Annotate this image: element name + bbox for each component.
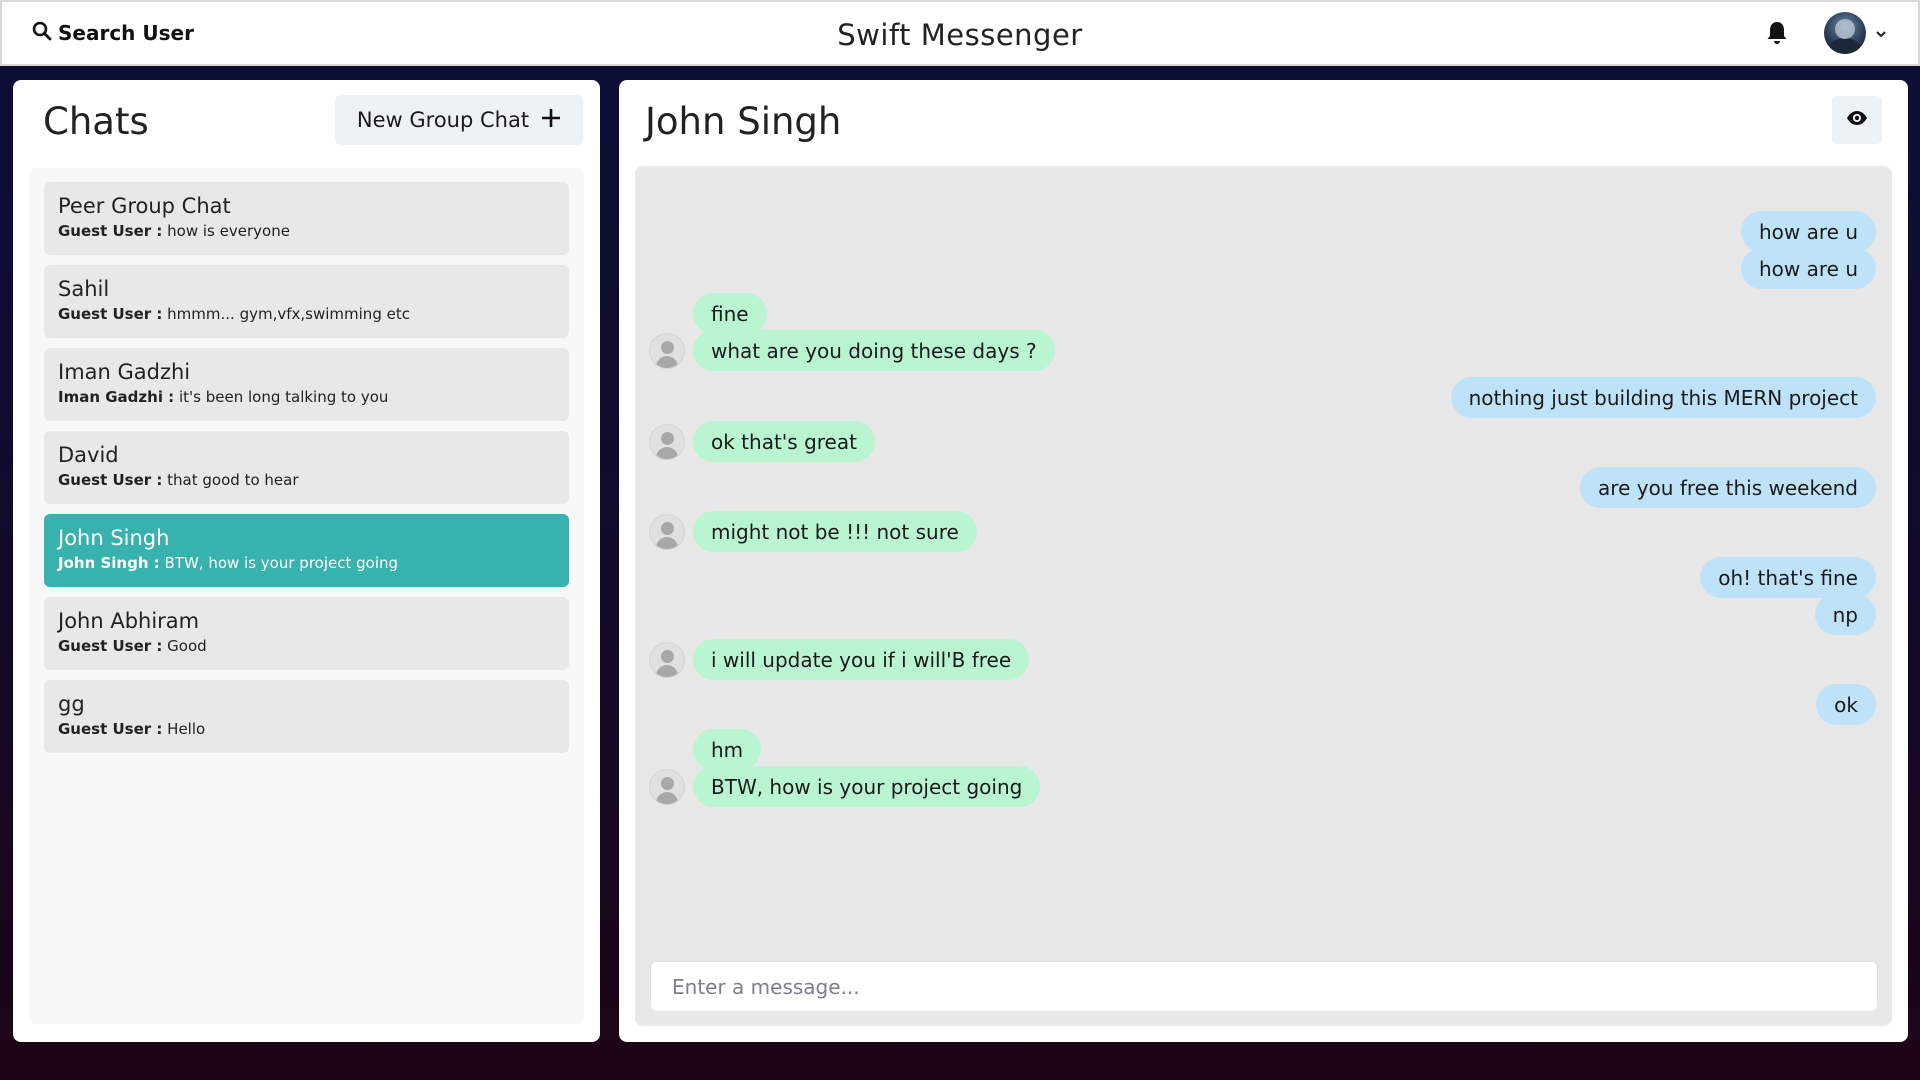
message-bubble: BTW, how is your project going xyxy=(693,766,1041,807)
eye-icon xyxy=(1846,110,1868,130)
message-bubble: oh! that's fine xyxy=(1700,557,1876,598)
chat-name: Sahil xyxy=(58,277,110,301)
chat-last-text: Hello xyxy=(167,720,206,738)
message-bubble: i will update you if i will'B free xyxy=(693,639,1030,680)
search-user-label: Search User xyxy=(58,21,194,45)
sent-message: np xyxy=(1814,594,1876,635)
sent-message: how are u xyxy=(1740,211,1876,252)
chat-last-sender: John Singh : xyxy=(58,554,160,572)
message-input[interactable] xyxy=(650,961,1878,1012)
sender-avatar[interactable] xyxy=(649,768,685,805)
message-bubble: hm xyxy=(693,729,762,770)
chat-list-item[interactable]: Iman Gadzhi Iman Gadzhi : it's been long … xyxy=(44,348,569,421)
sent-message: are you free this weekend xyxy=(1580,467,1876,508)
view-profile-button[interactable] xyxy=(1832,96,1882,144)
sender-avatar[interactable] xyxy=(649,423,685,460)
received-message: fine xyxy=(649,293,767,334)
conversation-title: John Singh xyxy=(645,100,842,143)
received-message: ok that's great xyxy=(649,421,875,462)
new-group-chat-button[interactable]: New Group Chat xyxy=(335,95,583,145)
message-bubble: how are u xyxy=(1740,248,1876,289)
search-icon xyxy=(32,21,52,45)
chat-last-message: Guest User : Good xyxy=(58,637,555,655)
app-title: Swift Messenger xyxy=(837,18,1083,52)
sent-message: ok xyxy=(1816,684,1876,725)
chat-last-sender: Guest User : xyxy=(58,720,163,738)
sender-avatar[interactable] xyxy=(649,332,685,369)
chat-list-item[interactable]: John Singh John Singh : BTW, how is your … xyxy=(44,514,569,587)
chat-list: Peer Group Chat Guest User : how is every… xyxy=(29,168,584,1024)
message-bubble: are you free this weekend xyxy=(1580,467,1876,508)
chat-last-text: how is everyone xyxy=(167,222,290,240)
chat-last-text: Good xyxy=(167,637,207,655)
received-message: what are you doing these days ? xyxy=(649,330,1055,371)
received-message: i will update you if i will'B free xyxy=(649,639,1030,680)
chat-last-sender: Guest User : xyxy=(58,637,163,655)
chat-last-message: Guest User : that good to hear xyxy=(58,471,555,489)
message-bubble: how are u xyxy=(1740,211,1876,252)
chat-last-message: Guest User : Hello xyxy=(58,720,555,738)
sender-avatar[interactable] xyxy=(649,513,685,550)
message-bubble: np xyxy=(1814,594,1876,635)
received-message: BTW, how is your project going xyxy=(649,766,1041,807)
chats-title: Chats xyxy=(43,100,149,143)
chat-name: Iman Gadzhi xyxy=(58,360,191,384)
profile-menu[interactable] xyxy=(1824,12,1888,54)
chat-last-sender: Guest User : xyxy=(58,305,163,323)
message-bubble: fine xyxy=(693,293,767,334)
conversation-panel: John Singh how are uhow are u finewhat ar… xyxy=(619,80,1908,1042)
chat-last-message: Guest User : how is everyone xyxy=(58,222,555,240)
chat-name: David xyxy=(58,443,119,467)
chat-list-item[interactable]: David Guest User : that good to hear xyxy=(44,431,569,504)
chevron-down-icon xyxy=(1874,24,1888,43)
sent-message: how are u xyxy=(1740,248,1876,289)
chat-name: Peer Group Chat xyxy=(58,194,231,218)
messages-area: how are uhow are u finewhat are you doing… xyxy=(635,166,1892,1026)
chat-list-item[interactable]: Sahil Guest User : hmmm... gym,vfx,swimmi… xyxy=(44,265,569,338)
message-bubble: ok that's great xyxy=(693,421,875,462)
received-message: hm xyxy=(649,729,762,770)
chat-last-text: BTW, how is your project going xyxy=(164,554,399,572)
chat-list-item[interactable]: John Abhiram Guest User : Good xyxy=(44,597,569,670)
chat-last-sender: Iman Gadzhi : xyxy=(58,388,175,406)
sent-message: oh! that's fine xyxy=(1700,557,1876,598)
chat-last-text: it's been long talking to you xyxy=(178,388,389,406)
chat-last-message: Guest User : hmmm... gym,vfx,swimming et… xyxy=(58,305,555,323)
chat-last-sender: Guest User : xyxy=(58,222,163,240)
received-message: might not be !!! not sure xyxy=(649,511,977,552)
chat-last-message: Iman Gadzhi : it's been long talking to … xyxy=(58,388,555,406)
plus-icon xyxy=(541,108,561,133)
sent-message: nothing just building this MERN project xyxy=(1450,377,1876,418)
chat-name: John Abhiram xyxy=(58,609,200,633)
chat-last-sender: Guest User : xyxy=(58,471,163,489)
chats-panel: Chats New Group Chat Peer Group Chat Gues… xyxy=(13,80,600,1042)
chat-last-text: hmmm... gym,vfx,swimming etc xyxy=(167,305,410,323)
sender-avatar[interactable] xyxy=(649,641,685,678)
message-bubble: might not be !!! not sure xyxy=(693,511,977,552)
chat-name: gg xyxy=(58,692,85,716)
message-bubble: what are you doing these days ? xyxy=(693,330,1055,371)
chat-name: John Singh xyxy=(58,526,170,550)
chat-last-text: that good to hear xyxy=(167,471,299,489)
new-group-chat-label: New Group Chat xyxy=(356,108,530,132)
chat-list-item[interactable]: Peer Group Chat Guest User : how is every… xyxy=(44,182,569,255)
message-bubble: ok xyxy=(1816,684,1876,725)
header-actions xyxy=(1764,12,1888,54)
chat-list-item[interactable]: gg Guest User : Hello xyxy=(44,680,569,753)
chat-last-message: John Singh : BTW, how is your project go… xyxy=(58,554,555,572)
user-avatar xyxy=(1824,12,1866,54)
bell-icon[interactable] xyxy=(1764,20,1790,46)
top-bar: Search User Swift Messenger xyxy=(0,0,1920,66)
message-bubble: nothing just building this MERN project xyxy=(1450,377,1876,418)
search-user-button[interactable]: Search User xyxy=(32,21,194,45)
